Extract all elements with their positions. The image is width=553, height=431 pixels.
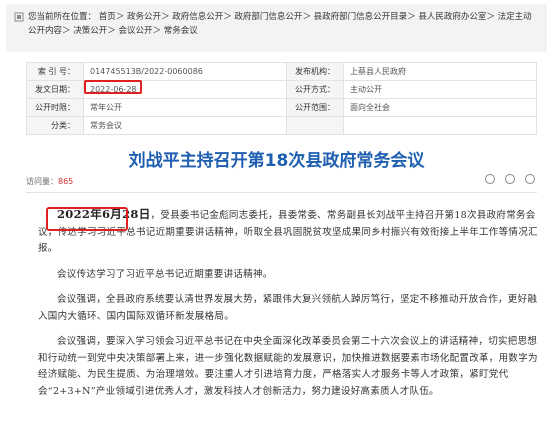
breadcrumb-item-info-disclosure[interactable]: 政府信息公开 (172, 12, 223, 22)
location-icon (14, 12, 24, 22)
time-value: 常年公开 (83, 98, 287, 117)
category-value: 常务会议 (83, 116, 287, 135)
paragraph: 会议传达学习了习近平总书记近期重要讲话精神。 (57, 268, 273, 280)
article-date-highlight-box (46, 207, 128, 231)
scope-label: 公开范围： (286, 98, 344, 117)
method-value: 主动公开 (343, 80, 537, 99)
breadcrumb-label: 您当前所在位置： (28, 12, 97, 22)
metadata-row: 索 引 号： 014745513B/2022-0060086 发布机构： 上蔡县… (26, 62, 537, 81)
method-label: 公开方式： (286, 80, 344, 99)
empty-value (343, 116, 537, 135)
metadata-table: 索 引 号： 014745513B/2022-0060086 发布机构： 上蔡县… (26, 62, 537, 135)
divider (26, 192, 537, 193)
agency-value: 上蔡县人民政府 (343, 62, 537, 81)
breadcrumb-item-gov-affairs[interactable]: 政务公开 (127, 12, 161, 22)
category-label: 分类： (26, 116, 84, 135)
scope-value: 面向全社会 (343, 98, 537, 117)
breadcrumb: 您当前所在位置： 首页＞ 政务公开＞ 政府信息公开＞ 政府部门信息公开＞ 县政府… (6, 4, 547, 52)
date-label: 发文日期： (26, 80, 84, 99)
breadcrumb-item-meeting[interactable]: 会议公开 (118, 26, 152, 36)
date-highlight-box (84, 80, 142, 94)
print-icon[interactable] (505, 174, 515, 184)
breadcrumb-item-standing-meeting[interactable]: 常务会议 (164, 26, 198, 36)
breadcrumb-item-decision[interactable]: 决策公开 (73, 26, 107, 36)
share-icon[interactable] (485, 174, 495, 184)
agency-label: 发布机构： (286, 62, 344, 81)
article-body: 2022年6月28日，受县委书记金彪同志委托，县委常委、常务副县长刘战平主持召开… (38, 206, 538, 409)
article-tools (485, 174, 535, 184)
views-label: 访问量： (26, 177, 58, 186)
time-label: 公开时限： (26, 98, 84, 117)
article-title: 刘战平主持召开第18次县政府常务会议 (128, 151, 425, 171)
metadata-row: 公开时限： 常年公开 公开范围： 面向全社会 (26, 98, 537, 117)
index-value: 014745513B/2022-0060086 (83, 62, 287, 81)
paragraph: 会议强调，全县政府系统要认清世界发展大势，紧跟伟大复兴领航人踔厉笃行，坚定不移推… (38, 294, 538, 322)
index-label: 索 引 号： (26, 62, 84, 81)
view-count: 访问量：865 (26, 176, 73, 187)
close-icon[interactable] (525, 174, 535, 184)
breadcrumb-item-dept-info[interactable]: 政府部门信息公开 (234, 12, 302, 22)
breadcrumb-item-home[interactable]: 首页 (99, 12, 116, 22)
views-number: 865 (58, 177, 74, 186)
breadcrumb-item-county-office[interactable]: 县人民政府办公室 (418, 12, 486, 22)
breadcrumb-item-county-dept-catalog[interactable]: 县政府部门信息公开目录 (314, 12, 408, 22)
metadata-row: 分类： 常务会议 (26, 116, 537, 135)
paragraph: 会议强调，要深入学习领会习近平总书记在中央全面深化改革委员会第二十六次会议上的讲… (38, 336, 538, 397)
empty-label (286, 116, 344, 135)
